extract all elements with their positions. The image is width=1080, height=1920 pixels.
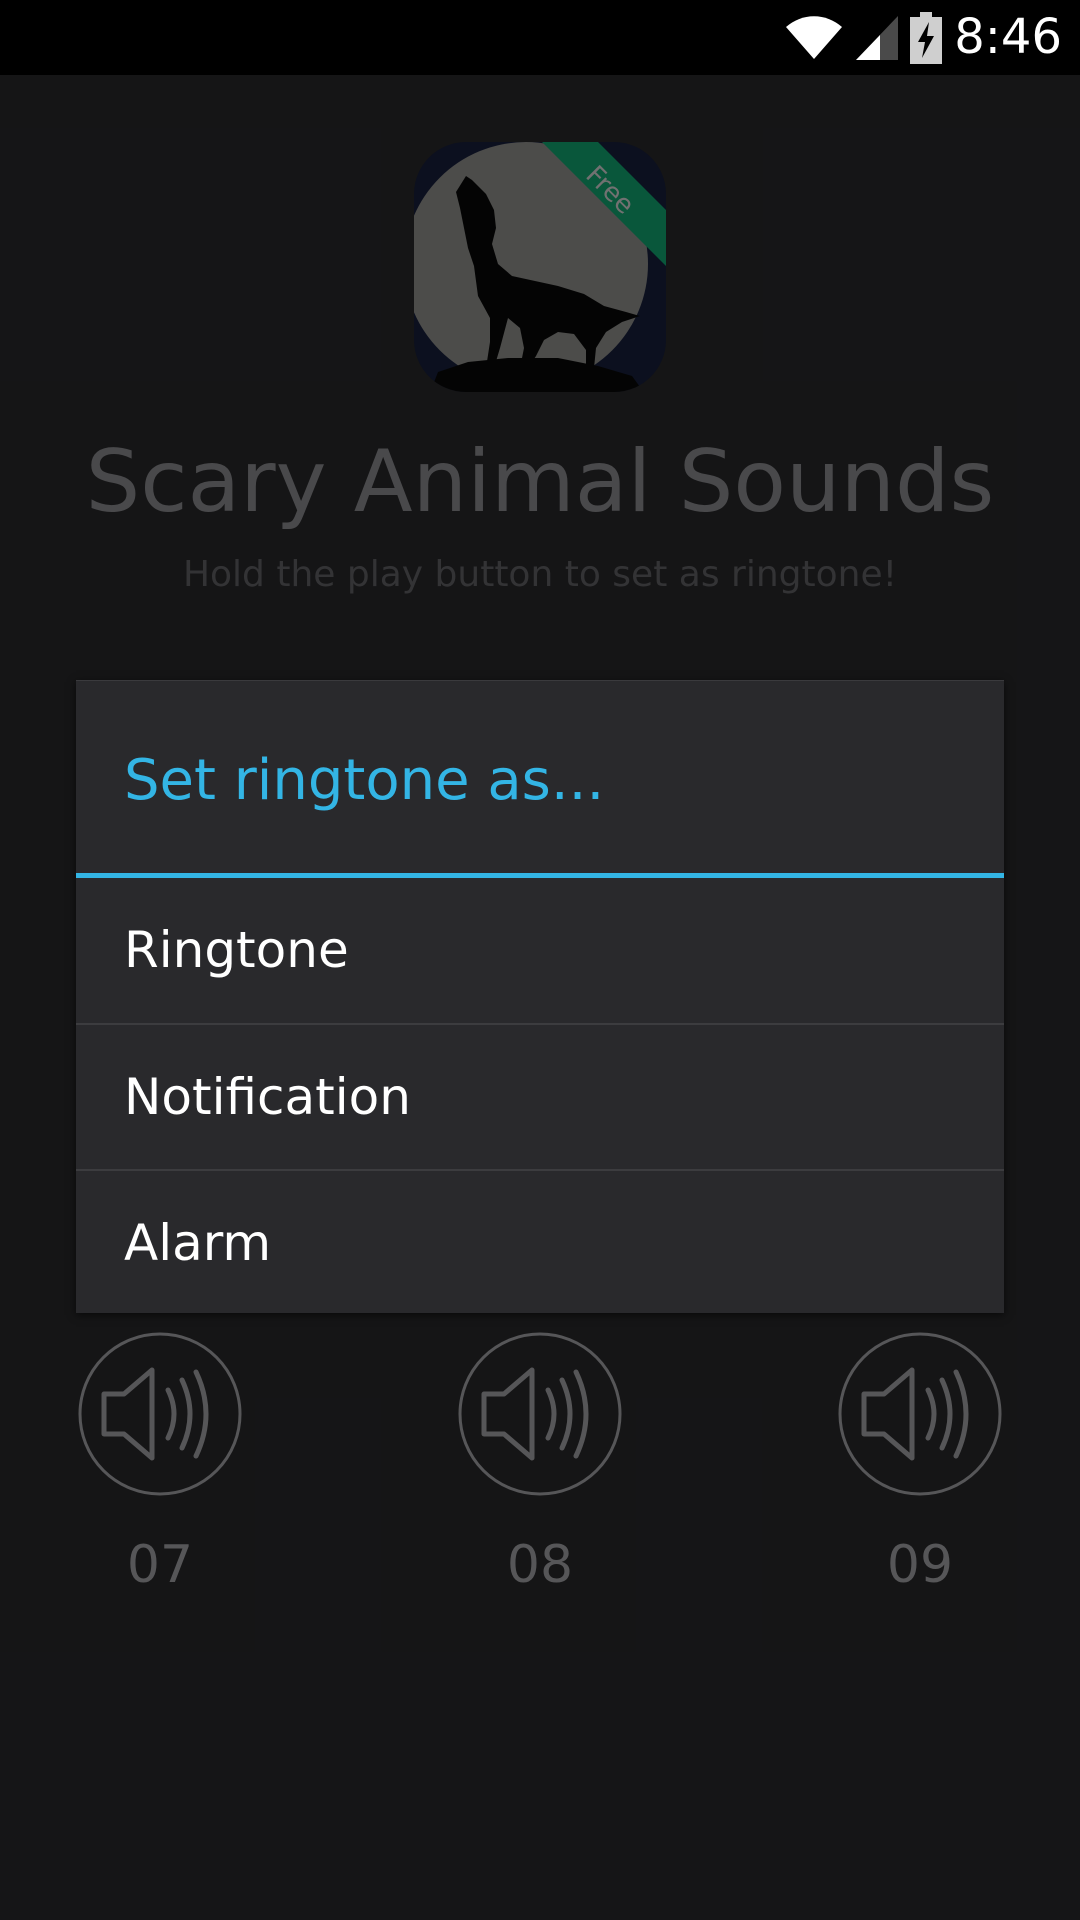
option-notification[interactable]: Notification	[76, 1025, 1004, 1170]
dialog-title: Set ringtone as...	[124, 748, 605, 813]
status-bar: 8:46	[0, 0, 1080, 75]
set-ringtone-dialog: Set ringtone as... Ringtone Notification…	[76, 680, 1004, 1313]
option-alarm[interactable]: Alarm	[76, 1171, 1004, 1316]
battery-charging-icon	[910, 11, 943, 64]
wifi-icon	[786, 15, 843, 59]
cell-signal-icon	[856, 15, 899, 60]
status-icons: 8:46	[774, 0, 1062, 75]
status-time: 8:46	[954, 9, 1062, 65]
option-ringtone[interactable]: Ringtone	[76, 878, 1004, 1023]
